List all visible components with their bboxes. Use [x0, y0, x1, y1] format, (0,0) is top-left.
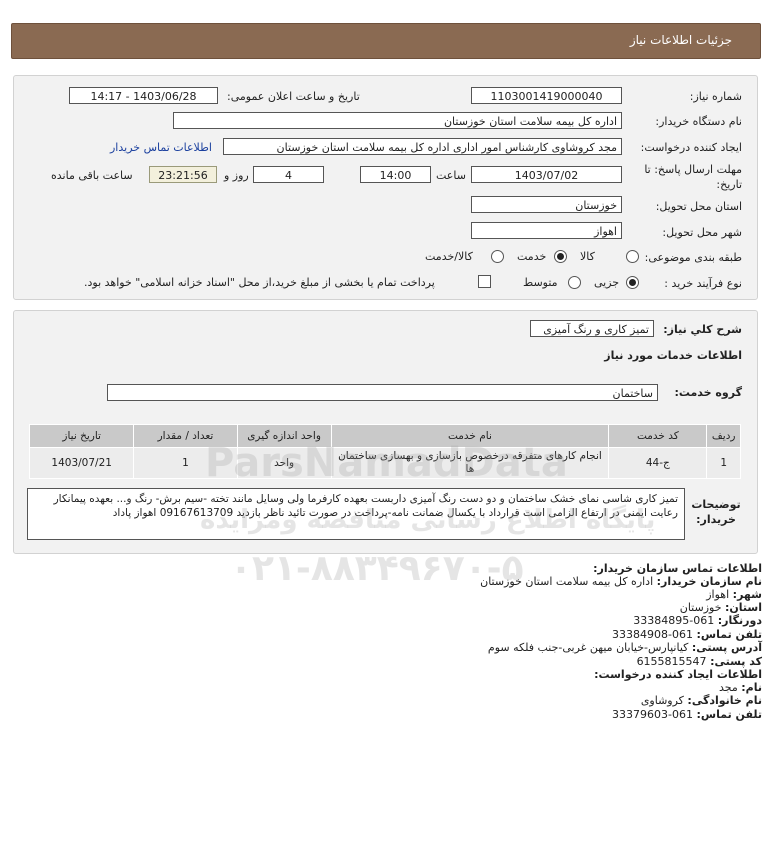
col-row: ردیف	[706, 424, 741, 448]
col-name: نام خدمت	[330, 424, 610, 448]
contact-phone: تلفن تماس: 061-33384908	[612, 628, 762, 641]
deadline-time-label: ساعت	[436, 169, 466, 182]
category-label: طبقه بندی موضوعی:	[644, 251, 742, 264]
creator-family: نام خانوادگی: کروشاوی	[640, 694, 762, 707]
creator-field: مجد کروشاوی کارشناس امور اداری اداره کل …	[223, 138, 622, 155]
process-option-minor: جزیی	[594, 276, 620, 289]
category-option-goods-service: کالا/خدمت	[425, 250, 473, 263]
category-radio-goods-service[interactable]	[491, 250, 504, 263]
province-label: استان محل تحویل:	[655, 200, 742, 213]
remaining-time-field: 23:21:56	[149, 166, 217, 183]
treasury-checkbox[interactable]	[478, 275, 491, 288]
remaining-label: ساعت باقی مانده	[51, 169, 133, 182]
deadline-label-1: مهلت ارسال پاسخ: تا	[644, 163, 742, 176]
col-code: کد خدمت	[608, 424, 708, 448]
category-radio-goods[interactable]	[626, 250, 639, 263]
category-radio-service[interactable]	[554, 250, 567, 263]
need-number-field: 1103001419000040	[471, 87, 622, 104]
col-unit: واحد اندازه گیری	[236, 424, 332, 448]
treasury-text: پرداخت تمام یا بخشی از مبلغ خرید،از محل …	[84, 276, 435, 289]
creator-label: ایجاد کننده درخواست:	[640, 141, 742, 154]
buyer-label: نام دستگاه خریدار:	[655, 115, 742, 128]
deadline-date-field: 1403/07/02	[471, 166, 622, 183]
contact-org-title: اطلاعات تماس سازمان خریدار:	[593, 562, 762, 575]
city-field: اهواز	[471, 222, 622, 239]
creator-phone: تلفن تماس: 061-33379603	[612, 708, 762, 721]
services-table: ردیف کد خدمت نام خدمت واحد اندازه گیری ت…	[28, 424, 741, 479]
province-field: خوزستان	[471, 196, 622, 213]
cell-qty: 1	[133, 447, 238, 479]
summary-field: تمیز کاری و رنگ آمیزی	[530, 320, 654, 337]
contact-address: آدرس پستی: کیانپارس-خیابان میهن غربی-جنب…	[487, 641, 762, 654]
col-qty: تعداد / مقدار	[133, 424, 238, 448]
page-header: جزئیات اطلاعات نیاز	[11, 23, 761, 59]
cell-name: انجام کارهای متفرقه درخصوص بازسازی و بهس…	[330, 447, 610, 479]
days-label: روز و	[224, 169, 249, 182]
buyer-field: اداره کل بیمه سلامت استان خوزستان	[173, 112, 622, 129]
cell-row: 1	[706, 447, 741, 479]
creator-name: نام: مجد	[718, 681, 762, 694]
announce-field: 1403/06/28 - 14:17	[69, 87, 218, 104]
city-label: شهر محل تحویل:	[662, 226, 742, 239]
col-date: تاریخ نیاز	[28, 424, 135, 448]
need-number-label: شماره نیاز:	[689, 90, 742, 103]
group-field: ساختمان	[107, 384, 658, 401]
process-label: نوع فرآیند خرید :	[664, 277, 742, 290]
table-row: 1 ج-44 انجام کارهای متفرقه درخصوص بازساز…	[28, 447, 741, 479]
summary-label: شرح کلي نياز:	[663, 323, 742, 336]
announce-label: تاریخ و ساعت اعلان عمومی:	[227, 90, 360, 103]
services-title: اطلاعات خدمات مورد نیاز	[604, 349, 742, 362]
contact-org-name: نام سازمان خریدار: اداره کل بیمه سلامت ا…	[480, 575, 762, 588]
days-field: 4	[253, 166, 324, 183]
creator-title: اطلاعات ایجاد کننده درخواست:	[594, 668, 762, 681]
contact-fax: دورنگار: 061-33384895	[633, 614, 762, 627]
process-radio-minor[interactable]	[626, 276, 639, 289]
description-text: تمیز کاری شاسی نمای خشک ساختمان و دو دست…	[27, 488, 685, 540]
need-info-panel	[13, 75, 758, 300]
cell-date: 1403/07/21	[28, 447, 135, 479]
group-label: گروه خدمت:	[674, 386, 742, 399]
deadline-time-field: 14:00	[360, 166, 431, 183]
contact-postal: کد پستی: 6155815547	[636, 655, 762, 668]
contact-city: شهر: اهواز	[706, 588, 762, 601]
page-title: جزئیات اطلاعات نیاز	[629, 33, 732, 47]
contact-province: استان: خوزستان	[679, 601, 762, 614]
description-label: توضیحات خریدار:	[691, 498, 741, 526]
category-option-goods: کالا	[580, 250, 595, 263]
cell-code: ج-44	[608, 447, 708, 479]
category-option-service: خدمت	[517, 250, 547, 263]
cell-unit: واحد	[236, 447, 332, 479]
deadline-label-2: تاریخ:	[716, 178, 742, 191]
process-radio-medium[interactable]	[568, 276, 581, 289]
process-option-medium: متوسط	[523, 276, 558, 289]
buyer-contact-link[interactable]: اطلاعات تماس خریدار	[110, 141, 212, 154]
table-header-row: ردیف کد خدمت نام خدمت واحد اندازه گیری ت…	[28, 424, 741, 448]
